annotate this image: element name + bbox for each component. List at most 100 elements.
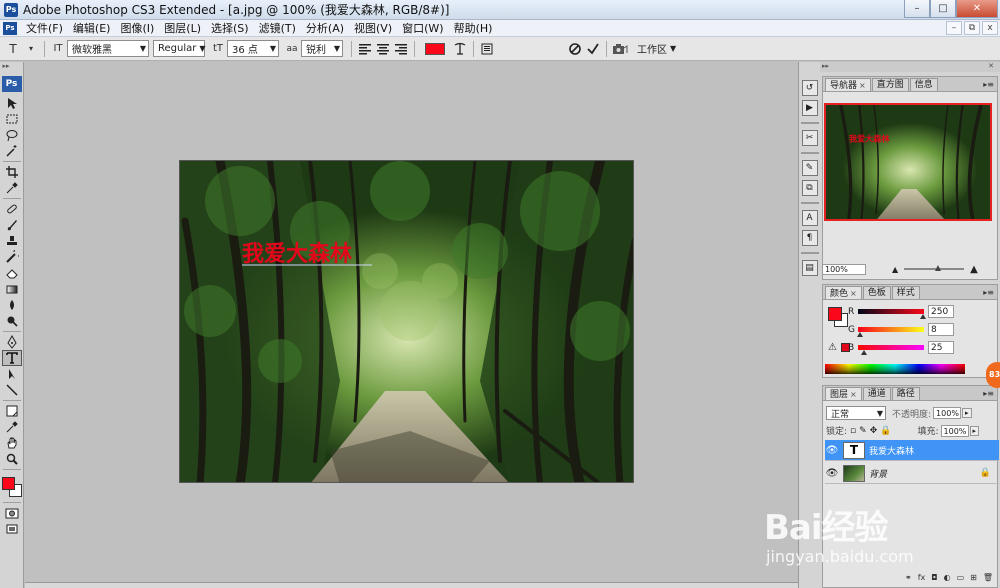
blur-tool-icon[interactable] xyxy=(2,297,22,313)
tab-paths[interactable]: 路径 xyxy=(891,387,920,400)
layer-name[interactable]: 背景 xyxy=(869,467,887,480)
eyedropper-tool-icon[interactable] xyxy=(2,180,22,196)
dock-grip[interactable]: ▸▸ ✕ xyxy=(820,62,1000,72)
character-panel-icon[interactable]: A xyxy=(801,210,818,226)
layer-row[interactable]: 👁 背景 🔒 xyxy=(825,463,999,484)
move-tool-icon[interactable] xyxy=(2,95,22,111)
healing-brush-tool-icon[interactable] xyxy=(2,201,22,217)
opacity-field[interactable]: 100% xyxy=(933,407,962,419)
menu-filter[interactable]: 滤镜(T) xyxy=(254,20,301,36)
foreground-color-swatch[interactable] xyxy=(1,477,15,490)
zoom-in-icon[interactable]: ▲ xyxy=(970,264,978,275)
tab-swatches[interactable]: 色板 xyxy=(862,286,891,299)
brush-tool-icon[interactable] xyxy=(2,217,22,233)
document-icon[interactable]: Ps xyxy=(3,21,17,35)
navigator-preview[interactable]: 我爱大森林 xyxy=(824,103,992,221)
menu-layer[interactable]: 图层(L) xyxy=(159,20,206,36)
notification-badge[interactable]: 83 xyxy=(986,362,1000,388)
font-style-select[interactable]: Regular ▼ xyxy=(153,40,206,57)
screen-mode-icon[interactable] xyxy=(2,521,22,537)
menu-view[interactable]: 视图(V) xyxy=(349,20,397,36)
photoshop-logo[interactable]: Ps xyxy=(1,76,22,92)
align-right-icon[interactable] xyxy=(392,40,410,58)
type-tool-icon[interactable] xyxy=(1,350,22,366)
bridge-icon[interactable] xyxy=(611,40,629,58)
workspace-menu-button[interactable]: 工作区 ▼ xyxy=(637,41,676,56)
menu-image[interactable]: 图像(I) xyxy=(115,20,159,36)
character-panel-icon[interactable] xyxy=(478,40,496,58)
crop-tool-icon[interactable] xyxy=(2,164,22,180)
tab-styles[interactable]: 样式 xyxy=(891,286,920,299)
font-family-select[interactable]: 微软雅黑 ▼ xyxy=(67,40,149,57)
zoom-field[interactable]: 100% xyxy=(822,263,866,275)
antialias-select[interactable]: 锐利 ▼ xyxy=(301,40,343,57)
marquee-tool-icon[interactable] xyxy=(2,111,22,127)
lock-all-icon[interactable]: 🔒 xyxy=(880,426,891,436)
quick-mask-icon[interactable] xyxy=(2,505,22,521)
layer-mask-icon[interactable]: ◘ xyxy=(931,573,937,585)
tab-navigator[interactable]: 导航器 × xyxy=(825,78,871,91)
close-icon[interactable]: × xyxy=(859,81,866,90)
delete-layer-icon[interactable]: 🗑 xyxy=(983,573,993,585)
font-size-select[interactable]: 36 点 ▼ xyxy=(227,40,279,57)
color-foreground-swatch[interactable] xyxy=(828,307,842,321)
adjustment-layer-icon[interactable]: ◐ xyxy=(944,573,951,585)
tab-channels[interactable]: 通道 xyxy=(862,387,891,400)
hand-tool-icon[interactable] xyxy=(2,435,22,451)
eye-icon[interactable]: 👁 xyxy=(825,445,839,456)
zoom-out-icon[interactable]: ▲ xyxy=(892,265,898,274)
link-layers-icon[interactable]: ⚭ xyxy=(905,573,912,585)
layer-row[interactable]: 👁 T 我爱大森林 xyxy=(825,440,999,461)
pen-tool-icon[interactable] xyxy=(2,334,22,350)
lock-transparency-icon[interactable]: ▫ xyxy=(850,426,856,436)
tool-presets-icon[interactable]: ✂ xyxy=(801,130,818,146)
red-value-field[interactable]: 250 xyxy=(928,305,954,318)
align-left-icon[interactable] xyxy=(356,40,374,58)
menu-file[interactable]: 文件(F) xyxy=(21,20,68,36)
doc-minimize-button[interactable]: – xyxy=(946,21,962,35)
commit-edits-icon[interactable] xyxy=(584,40,602,58)
eraser-tool-icon[interactable] xyxy=(2,265,22,281)
zoom-slider[interactable] xyxy=(904,265,965,271)
tab-info[interactable]: 信息 xyxy=(909,78,938,91)
doc-restore-button[interactable]: ⧉ xyxy=(964,21,980,35)
menu-window[interactable]: 窗口(W) xyxy=(397,20,448,36)
eye-icon[interactable]: 👁 xyxy=(825,468,839,479)
brushes-panel-icon[interactable]: ✎ xyxy=(801,160,818,176)
opacity-arrow-icon[interactable]: ▸ xyxy=(962,408,972,418)
text-tool-preset-icon[interactable]: T xyxy=(4,40,22,58)
close-icon[interactable]: × xyxy=(850,289,857,298)
warp-text-icon[interactable] xyxy=(451,40,469,58)
menu-analysis[interactable]: 分析(A) xyxy=(301,20,349,36)
paragraph-panel-icon[interactable]: ¶ xyxy=(801,230,818,246)
gamut-warning-icon[interactable]: ⚠ xyxy=(828,342,837,353)
line-tool-icon[interactable] xyxy=(2,382,22,398)
blue-slider[interactable] xyxy=(858,345,924,355)
color-swatches[interactable] xyxy=(1,474,23,500)
layer-comps-icon[interactable]: ▤ xyxy=(801,260,818,276)
lasso-tool-icon[interactable] xyxy=(2,127,22,143)
history-brush-tool-icon[interactable] xyxy=(2,249,22,265)
align-center-icon[interactable] xyxy=(374,40,392,58)
green-slider-thumb[interactable] xyxy=(857,332,864,337)
magic-wand-tool-icon[interactable] xyxy=(2,143,22,159)
tab-color[interactable]: 颜色 × xyxy=(825,286,862,299)
actions-panel-icon[interactable]: ▶ xyxy=(801,100,818,116)
panel-menu-icon[interactable]: ▸≡ xyxy=(983,80,994,89)
fill-arrow-icon[interactable]: ▸ xyxy=(969,425,980,436)
zoom-slider-thumb[interactable] xyxy=(935,265,942,271)
close-icon[interactable]: × xyxy=(850,390,857,399)
gradient-tool-icon[interactable] xyxy=(2,281,22,297)
maximize-button[interactable]: □ xyxy=(930,0,956,18)
minimize-button[interactable]: – xyxy=(904,0,930,18)
document-canvas[interactable]: 我爱大森林 xyxy=(179,160,634,483)
blue-slider-thumb[interactable] xyxy=(861,350,868,355)
text-color-swatch[interactable] xyxy=(425,42,445,55)
menu-select[interactable]: 选择(S) xyxy=(206,20,254,36)
cancel-edits-icon[interactable] xyxy=(566,40,584,58)
lock-position-icon[interactable]: ✥ xyxy=(870,426,878,436)
layer-style-icon[interactable]: fx xyxy=(918,573,926,585)
doc-close-button[interactable]: x xyxy=(982,21,998,35)
color-sampler-icon[interactable] xyxy=(2,419,22,435)
tab-layers[interactable]: 图层 × xyxy=(825,387,862,400)
